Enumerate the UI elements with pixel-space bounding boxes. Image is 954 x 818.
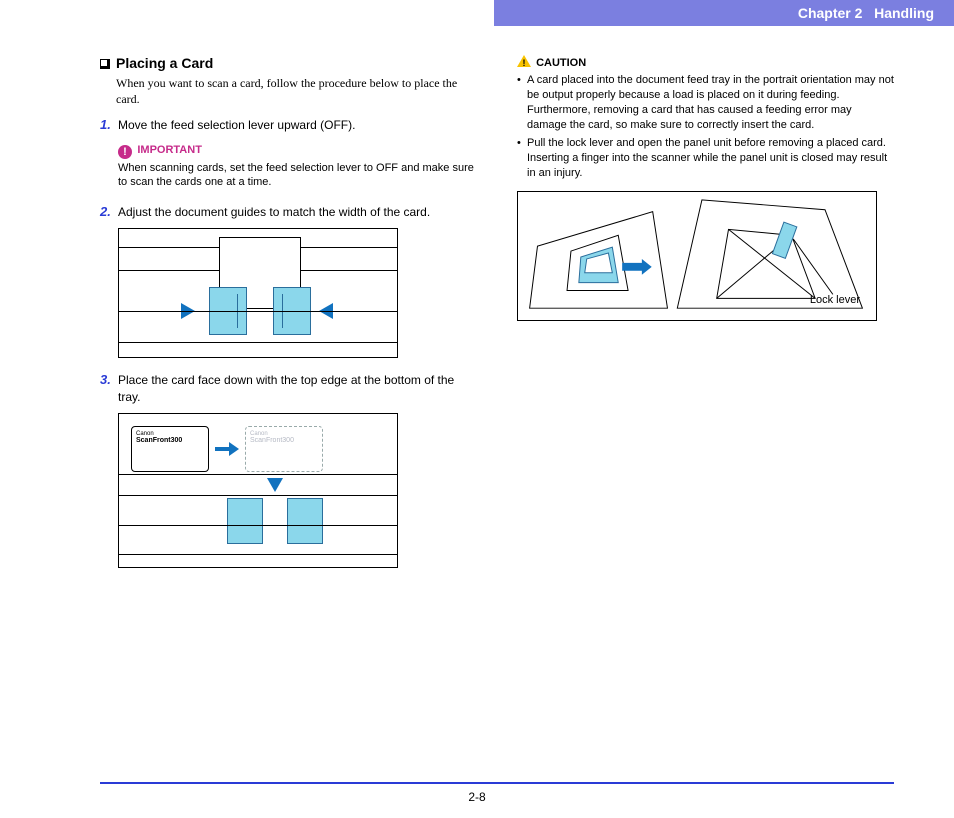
figure-card-placement: Canon ScanFront300 Canon ScanFront300 — [118, 413, 398, 568]
card-ghost-model: ScanFront300 — [250, 437, 294, 444]
card-brand: Canon — [136, 431, 204, 438]
arrow-down-icon — [267, 478, 283, 492]
page-body: Placing a Card When you want to scan a c… — [100, 55, 894, 582]
step-3-text: Place the card face down with the top ed… — [118, 372, 477, 404]
figure-guides — [118, 228, 398, 358]
page-number: 2-8 — [0, 790, 954, 804]
arrow-right-icon — [215, 442, 239, 456]
caution-label: CAUTION — [536, 57, 586, 69]
step-1: Move the feed selection lever upward (OF… — [100, 117, 477, 190]
chapter-title: Handling — [874, 5, 934, 21]
chapter-header: Chapter 2 Handling — [494, 0, 954, 26]
step-2-text: Adjust the document guides to match the … — [118, 204, 477, 220]
card-front: Canon ScanFront300 — [131, 426, 209, 472]
heading-text: Placing a Card — [116, 55, 213, 71]
steps-list: Move the feed selection lever upward (OF… — [100, 117, 477, 567]
right-column: CAUTION A card placed into the document … — [517, 55, 894, 582]
caution-item-1: A card placed into the document feed tra… — [517, 73, 894, 132]
caution-item-2: Pull the lock lever and open the panel u… — [517, 136, 894, 181]
important-label: IMPORTANT — [137, 144, 202, 156]
section-intro: When you want to scan a card, follow the… — [116, 75, 477, 107]
important-note: ! IMPORTANT When scanning cards, set the… — [118, 142, 477, 191]
figure-lock-lever: Lock lever — [517, 191, 877, 321]
important-text: When scanning cards, set the feed select… — [118, 161, 477, 191]
footer-rule — [100, 782, 894, 784]
card-ghost-brand: Canon — [250, 431, 318, 438]
left-column: Placing a Card When you want to scan a c… — [100, 55, 477, 582]
important-icon: ! — [118, 145, 132, 159]
caution-heading: CAUTION — [517, 55, 894, 69]
heading-bullet-icon — [100, 59, 110, 69]
warning-icon — [517, 55, 531, 67]
step-3: Place the card face down with the top ed… — [100, 372, 477, 567]
lock-lever-label: Lock lever — [810, 294, 860, 306]
step-2: Adjust the document guides to match the … — [100, 204, 477, 358]
card-model: ScanFront300 — [136, 437, 182, 444]
chapter-number: Chapter 2 — [798, 5, 863, 21]
caution-list: A card placed into the document feed tra… — [517, 73, 894, 181]
step-1-text: Move the feed selection lever upward (OF… — [118, 117, 477, 133]
section-heading: Placing a Card — [100, 55, 477, 71]
card-ghost: Canon ScanFront300 — [245, 426, 323, 472]
